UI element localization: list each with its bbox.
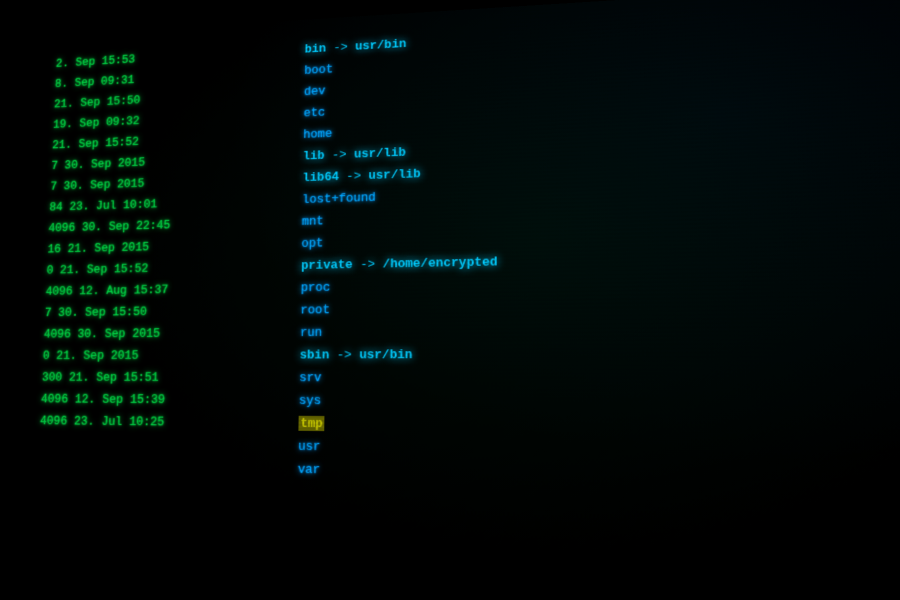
file-info-row: 4096 30. Sep 2015	[43, 322, 295, 345]
screen-content: 2. Sep 15:53 8. Sep 09:31 21. Sep 15:50 …	[24, 0, 900, 600]
file-info-row: 0 21. Sep 15:52	[46, 256, 296, 281]
file-info-row: 4096 12. Sep 15:39	[41, 389, 295, 412]
file-info-row: 300 21. Sep 15:51	[41, 367, 294, 389]
terminal-window: 2. Sep 15:53 8. Sep 09:31 21. Sep 15:50 …	[24, 0, 900, 600]
filename-row: sbin -> usr/bin	[299, 342, 900, 366]
file-info-column: 2. Sep 15:53 8. Sep 09:31 21. Sep 15:50 …	[33, 38, 300, 592]
filename-column: bin -> usr/binbootdevetchomelib -> usr/l…	[291, 2, 900, 600]
file-info-row: 4096 23. Jul 10:25	[40, 411, 294, 435]
filename-row: run	[300, 317, 900, 344]
filename-row: srv	[299, 367, 900, 391]
file-info-row: 7 30. Sep 15:50	[44, 300, 296, 324]
file-info-row: 0 21. Sep 2015	[42, 345, 295, 367]
file-info-row: 4096 12. Aug 15:37	[45, 278, 296, 302]
